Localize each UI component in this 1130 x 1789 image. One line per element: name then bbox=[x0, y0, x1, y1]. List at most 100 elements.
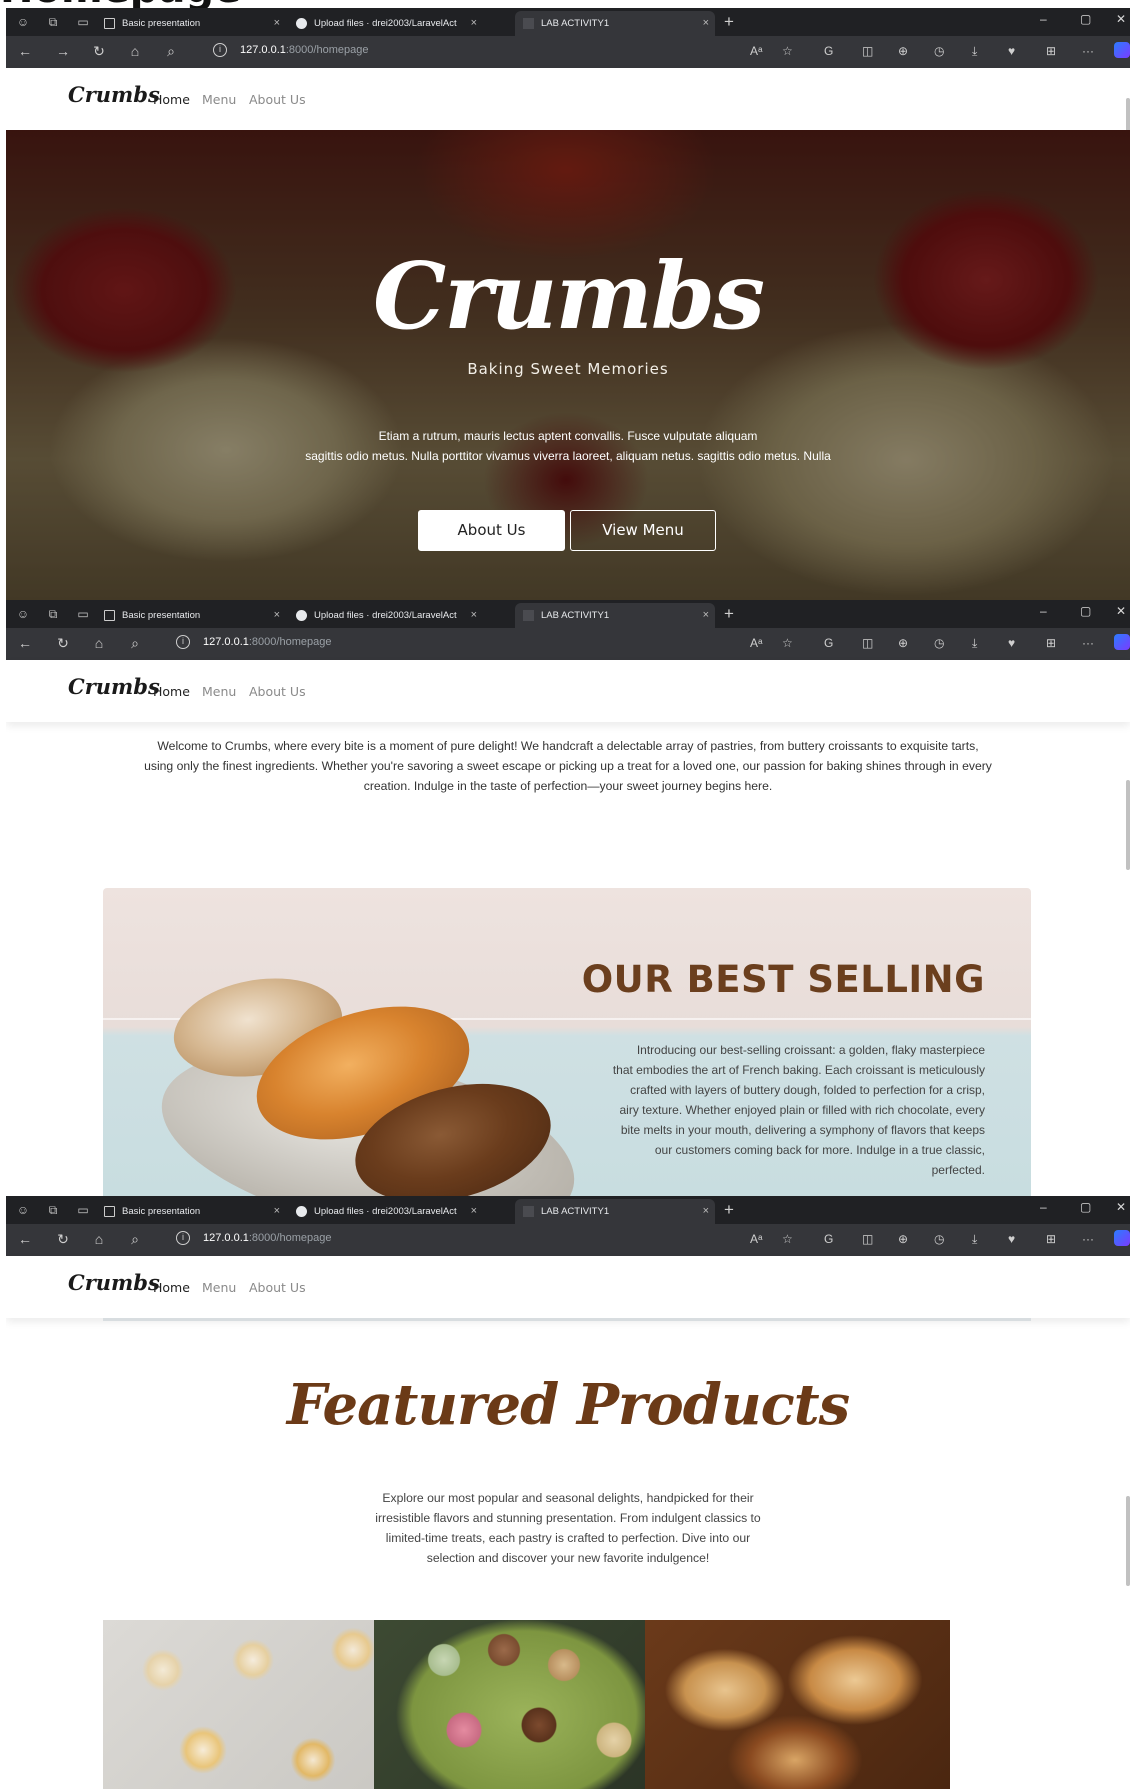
minimize-icon[interactable]: – bbox=[1040, 1200, 1047, 1214]
about-us-button[interactable]: About Us bbox=[418, 510, 565, 551]
back-icon[interactable]: ← bbox=[16, 43, 34, 59]
close-tab-icon[interactable]: × bbox=[274, 603, 280, 628]
nav-menu[interactable]: Menu bbox=[202, 92, 236, 107]
cupcakes-image[interactable] bbox=[103, 1620, 408, 1789]
tab-basic-presentation[interactable]: Basic presentation × bbox=[96, 11, 286, 36]
profile-icon[interactable]: ☺ bbox=[14, 605, 32, 623]
favorite-icon[interactable]: ☆ bbox=[782, 44, 793, 58]
browser-essentials-icon[interactable]: ♥ bbox=[1008, 1232, 1015, 1246]
new-tab-icon[interactable]: + bbox=[724, 604, 734, 624]
tab-actions-icon[interactable]: ▭ bbox=[74, 605, 92, 623]
tab-lab-activity[interactable]: LAB ACTIVITY1 × bbox=[515, 1199, 715, 1224]
back-icon[interactable]: ← bbox=[16, 635, 34, 651]
favorite-icon[interactable]: ☆ bbox=[782, 636, 793, 650]
back-icon[interactable]: ← bbox=[16, 1231, 34, 1247]
history-icon[interactable]: ◷ bbox=[934, 636, 944, 650]
read-aloud-icon[interactable]: Aᵃ bbox=[750, 636, 762, 650]
more-icon[interactable]: ··· bbox=[1082, 1232, 1094, 1246]
tab-actions-icon[interactable]: ▭ bbox=[74, 13, 92, 31]
minimize-icon[interactable]: – bbox=[1040, 604, 1047, 618]
split-screen-icon[interactable]: ◫ bbox=[862, 636, 873, 650]
more-icon[interactable]: ··· bbox=[1082, 44, 1094, 58]
nav-home[interactable]: Home bbox=[153, 1280, 190, 1295]
home-icon[interactable]: ⌂ bbox=[126, 43, 144, 59]
favorite-icon[interactable]: ☆ bbox=[782, 1232, 793, 1246]
refresh-icon[interactable]: ↻ bbox=[54, 1231, 72, 1248]
screenshot-icon[interactable]: ⊞ bbox=[1046, 636, 1056, 650]
tab-actions-icon[interactable]: ▭ bbox=[74, 1201, 92, 1219]
nav-home[interactable]: Home bbox=[153, 92, 190, 107]
brand-logo[interactable]: Crumbs bbox=[68, 1270, 160, 1295]
nav-about-us[interactable]: About Us bbox=[249, 684, 306, 699]
tab-lab-activity[interactable]: LAB ACTIVITY1 × bbox=[515, 603, 715, 628]
tab-upload-files[interactable]: Upload files · drei2003/LaravelAct × bbox=[288, 1199, 483, 1224]
minimize-icon[interactable]: – bbox=[1040, 12, 1047, 26]
history-icon[interactable]: ◷ bbox=[934, 44, 944, 58]
site-info-icon[interactable]: i bbox=[213, 43, 227, 57]
tab-upload-files[interactable]: Upload files · drei2003/LaravelAct × bbox=[288, 603, 483, 628]
pastries-image[interactable] bbox=[645, 1620, 950, 1789]
screenshot-icon[interactable]: ⊞ bbox=[1046, 44, 1056, 58]
nav-home[interactable]: Home bbox=[153, 684, 190, 699]
refresh-icon[interactable]: ↻ bbox=[90, 43, 108, 60]
extension-icon[interactable]: G bbox=[824, 636, 833, 650]
home-icon[interactable]: ⌂ bbox=[90, 635, 108, 651]
restore-icon[interactable]: ▢ bbox=[1080, 12, 1091, 26]
collections-icon[interactable]: ⊕ bbox=[898, 636, 908, 650]
profile-icon[interactable]: ☺ bbox=[14, 1201, 32, 1219]
close-tab-icon[interactable]: × bbox=[703, 603, 709, 628]
scrollbar-thumb[interactable] bbox=[1126, 780, 1130, 870]
downloads-icon[interactable]: ⤓ bbox=[972, 1232, 977, 1247]
more-icon[interactable]: ··· bbox=[1082, 636, 1094, 650]
downloads-icon[interactable]: ⤓ bbox=[972, 636, 977, 651]
brand-logo[interactable]: Crumbs bbox=[68, 674, 160, 699]
close-tab-icon[interactable]: × bbox=[703, 1199, 709, 1224]
copilot-icon[interactable] bbox=[1114, 634, 1130, 650]
close-window-icon[interactable]: ✕ bbox=[1116, 604, 1126, 618]
extension-icon[interactable]: G bbox=[824, 44, 833, 58]
search-icon[interactable]: ⌕ bbox=[162, 43, 180, 60]
copilot-icon[interactable] bbox=[1114, 42, 1130, 58]
nav-menu[interactable]: Menu bbox=[202, 684, 236, 699]
workspaces-icon[interactable]: ⧉ bbox=[44, 605, 62, 623]
view-menu-button[interactable]: View Menu bbox=[570, 510, 716, 551]
site-info-icon[interactable]: i bbox=[176, 1231, 190, 1245]
macarons-image[interactable] bbox=[374, 1620, 679, 1789]
forward-icon[interactable]: → bbox=[54, 43, 72, 59]
close-tab-icon[interactable]: × bbox=[703, 11, 709, 36]
scrollbar-thumb[interactable] bbox=[1126, 1496, 1130, 1586]
tab-basic-presentation[interactable]: Basic presentation × bbox=[96, 603, 286, 628]
split-screen-icon[interactable]: ◫ bbox=[862, 1232, 873, 1246]
collections-icon[interactable]: ⊕ bbox=[898, 44, 908, 58]
close-window-icon[interactable]: ✕ bbox=[1116, 1200, 1126, 1214]
close-tab-icon[interactable]: × bbox=[471, 603, 477, 628]
close-tab-icon[interactable]: × bbox=[274, 11, 280, 36]
browser-essentials-icon[interactable]: ♥ bbox=[1008, 44, 1015, 58]
nav-about-us[interactable]: About Us bbox=[249, 1280, 306, 1295]
workspaces-icon[interactable]: ⧉ bbox=[44, 13, 62, 31]
extension-icon[interactable]: G bbox=[824, 1232, 833, 1246]
collections-icon[interactable]: ⊕ bbox=[898, 1232, 908, 1246]
nav-about-us[interactable]: About Us bbox=[249, 92, 306, 107]
tab-lab-activity[interactable]: LAB ACTIVITY1 × bbox=[515, 11, 715, 36]
downloads-icon[interactable]: ⤓ bbox=[972, 44, 977, 59]
close-window-icon[interactable]: ✕ bbox=[1116, 12, 1126, 26]
url-field[interactable]: 127.0.0.1:8000/homepage bbox=[203, 636, 331, 648]
history-icon[interactable]: ◷ bbox=[934, 1232, 944, 1246]
restore-icon[interactable]: ▢ bbox=[1080, 604, 1091, 618]
home-icon[interactable]: ⌂ bbox=[90, 1231, 108, 1247]
site-info-icon[interactable]: i bbox=[176, 635, 190, 649]
search-icon[interactable]: ⌕ bbox=[126, 1231, 144, 1248]
nav-menu[interactable]: Menu bbox=[202, 1280, 236, 1295]
screenshot-icon[interactable]: ⊞ bbox=[1046, 1232, 1056, 1246]
read-aloud-icon[interactable]: Aᵃ bbox=[750, 44, 762, 58]
profile-icon[interactable]: ☺ bbox=[14, 13, 32, 31]
new-tab-icon[interactable]: + bbox=[724, 1200, 734, 1220]
read-aloud-icon[interactable]: Aᵃ bbox=[750, 1232, 762, 1246]
close-tab-icon[interactable]: × bbox=[274, 1199, 280, 1224]
close-tab-icon[interactable]: × bbox=[471, 1199, 477, 1224]
tab-basic-presentation[interactable]: Basic presentation × bbox=[96, 1199, 286, 1224]
workspaces-icon[interactable]: ⧉ bbox=[44, 1201, 62, 1219]
restore-icon[interactable]: ▢ bbox=[1080, 1200, 1091, 1214]
copilot-icon[interactable] bbox=[1114, 1230, 1130, 1246]
